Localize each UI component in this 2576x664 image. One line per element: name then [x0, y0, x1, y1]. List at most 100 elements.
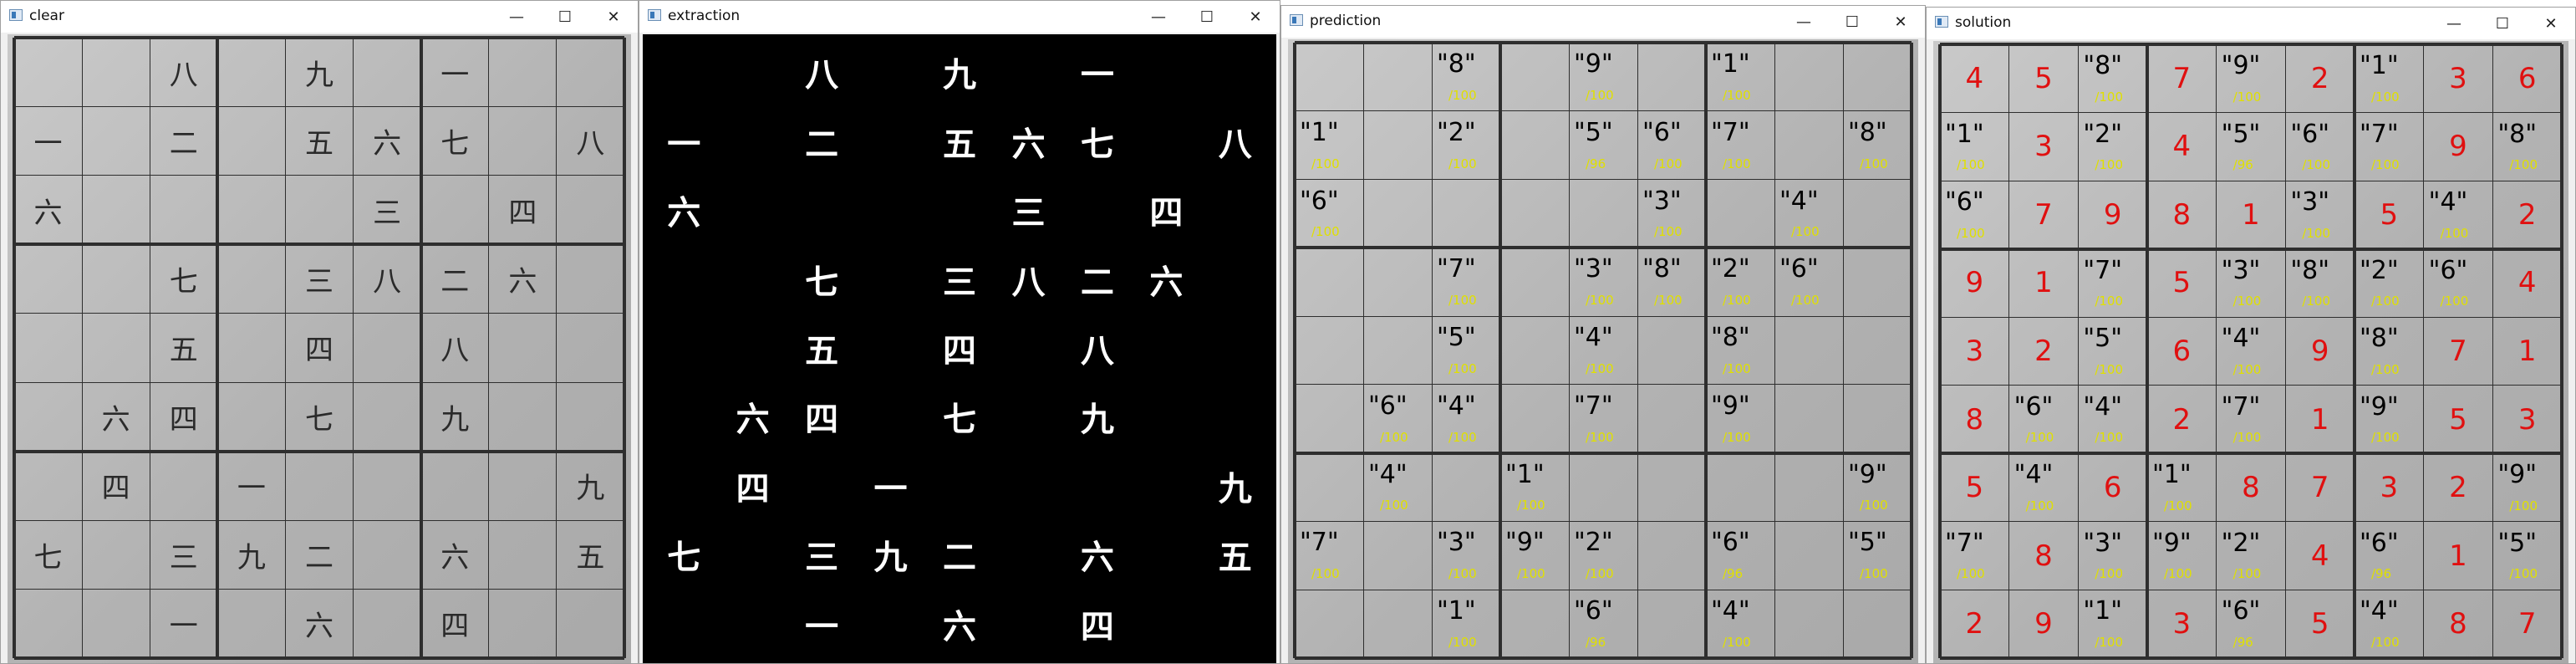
grid-cell: 五 — [285, 106, 353, 175]
grid-cell: 四 — [150, 382, 217, 451]
close-button[interactable]: ✕ — [1876, 6, 1925, 38]
maximize-button[interactable]: ☐ — [1183, 1, 1231, 33]
extracted-kanji: 三 — [1011, 193, 1046, 233]
grid-cell: 一 — [649, 106, 718, 175]
extracted-kanji: 四 — [805, 400, 839, 440]
grid-cell: "9" /100 — [1569, 43, 1637, 111]
grid-cell: 3 — [2147, 590, 2217, 658]
grid-cell: "8" /100 — [2078, 44, 2147, 113]
kanji-digit: 八 — [576, 127, 605, 161]
solved-digit: 1 — [2449, 539, 2467, 573]
confidence-score: /100 — [2302, 157, 2331, 173]
grid-cell: 一 — [150, 590, 217, 658]
confidence-score: /100 — [1448, 634, 1477, 650]
minimize-button[interactable]: — — [1134, 1, 1183, 33]
title-bar[interactable]: solution — ☐ ✕ — [1927, 8, 2575, 39]
grid-cell: "1" /100 — [1706, 43, 1774, 111]
kanji-digit: 五 — [169, 334, 198, 368]
confidence-score: /100 — [2164, 566, 2192, 582]
window-title: prediction — [1310, 13, 1382, 29]
predicted-digit: "3" — [2083, 528, 2123, 558]
predicted-digit: "4" — [2428, 187, 2468, 217]
grid-cell: 9 — [2285, 317, 2355, 386]
minimize-button[interactable]: — — [2430, 8, 2478, 39]
solved-digit: 2 — [2034, 334, 2053, 368]
grid-cell: "1" /100 — [1295, 111, 1363, 180]
grid-cell: 六 — [925, 590, 994, 658]
app-window-icon — [1290, 14, 1303, 26]
confidence-score: /100 — [1723, 293, 1751, 309]
grid-cell: 七 — [649, 520, 718, 589]
solved-digit: 3 — [2380, 471, 2399, 505]
maximize-button[interactable]: ☐ — [1828, 6, 1876, 38]
confidence-score: /100 — [2440, 294, 2469, 309]
extracted-kanji: 一 — [1080, 55, 1114, 95]
solved-digit: 3 — [2172, 607, 2192, 641]
grid-cell: 7 — [2492, 590, 2562, 658]
confidence-score: /100 — [2371, 157, 2400, 173]
grid-cell: 六 — [649, 176, 718, 244]
grid-cell: "4" /100 — [2078, 386, 2147, 454]
grid-cell: "9" /100 — [2217, 44, 2286, 113]
solved-digit: 5 — [2380, 197, 2399, 232]
predicted-digit: "1" — [1300, 117, 1339, 147]
grid-cell: 三 — [787, 520, 856, 589]
grid-cell: 4 — [2285, 522, 2355, 590]
confidence-score: /100 — [2371, 294, 2400, 309]
confidence-score: /100 — [2232, 89, 2262, 105]
grid-cell: 9 — [1940, 249, 2009, 318]
grid-cell: 三 — [285, 244, 353, 313]
grid-cell: 九 — [856, 520, 924, 589]
predicted-digit: "6" — [1368, 391, 1408, 421]
predicted-digit: "4" — [1368, 459, 1408, 489]
predicted-digit: "1" — [1711, 49, 1750, 79]
extracted-kanji: 四 — [1080, 606, 1114, 646]
predicted-digit: "1" — [1437, 596, 1476, 626]
extracted-kanji: 四 — [736, 468, 770, 508]
sudoku-grid: 八九一一二五六七八六三四七三八二六五四八六四七九四一九七三九二六五一六四 — [13, 36, 626, 660]
confidence-score: /100 — [2232, 566, 2262, 582]
grid-cell: "7" /100 — [2217, 386, 2286, 454]
grid-cell: "6" /96 — [2355, 522, 2424, 590]
maximize-button[interactable]: ☐ — [2478, 8, 2527, 39]
kanji-digit: 七 — [169, 265, 198, 299]
minimize-button[interactable]: — — [492, 1, 541, 33]
grid-cell: 6 — [2078, 453, 2147, 522]
confidence-score: /100 — [1586, 360, 1614, 376]
minimize-button[interactable]: — — [1779, 6, 1828, 38]
grid-cell: 八 — [557, 106, 624, 175]
confidence-score: /100 — [1860, 566, 1888, 582]
close-button[interactable]: ✕ — [2527, 8, 2575, 39]
predicted-digit: "9" — [1505, 528, 1545, 558]
title-bar[interactable]: prediction — ☐ ✕ — [1281, 6, 1925, 38]
solved-digit: 3 — [2449, 61, 2467, 95]
solved-digit: 9 — [2103, 197, 2122, 232]
predicted-digit: "1" — [1945, 119, 1984, 149]
grid-cell: 九 — [925, 38, 994, 106]
grid-cell: 六 — [718, 382, 787, 451]
confidence-score: /100 — [1723, 360, 1751, 376]
solved-digit: 2 — [2449, 471, 2467, 505]
grid-cell: "2" /100 — [1432, 111, 1500, 180]
solved-digit: 2 — [2517, 197, 2537, 232]
solution-window: solution — ☐ ✕ 4 5 "8" /100 7 "9" /100 2 "1" /100… — [1926, 7, 2576, 664]
close-button[interactable]: ✕ — [589, 1, 638, 33]
confidence-score: /100 — [2232, 361, 2262, 377]
grid-cell: "1" /100 — [2078, 590, 2147, 658]
grid-cell: 六 — [421, 520, 489, 589]
extraction-image: 八九一一二五六七八六三四七三八二六五四八六四七九四一九七三九二六五一六四 — [643, 34, 1276, 663]
grid-cell: 八 — [150, 38, 217, 106]
predicted-digit: "3" — [1574, 254, 1613, 284]
grid-cell: "3" /100 — [2285, 181, 2355, 249]
extracted-kanji: 八 — [1011, 262, 1046, 302]
grid-cell: "5" /96 — [2217, 113, 2286, 181]
title-bar[interactable]: extraction — ☐ ✕ — [639, 1, 1280, 33]
close-button[interactable]: ✕ — [1231, 1, 1280, 33]
title-bar[interactable]: clear — ☐ ✕ — [1, 1, 638, 33]
window-title: solution — [1955, 14, 2012, 31]
grid-cell: 1 — [2285, 386, 2355, 454]
grid-cell: 七 — [14, 520, 82, 589]
predicted-digit: "9" — [2360, 391, 2399, 421]
maximize-button[interactable]: ☐ — [541, 1, 589, 33]
kanji-digit: 九 — [576, 472, 605, 506]
